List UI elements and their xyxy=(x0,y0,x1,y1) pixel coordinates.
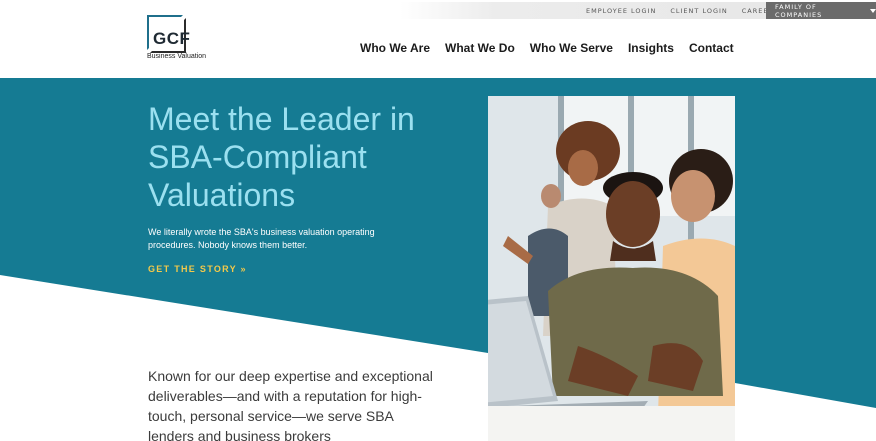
main-nav: Who We Are What We Do Who We Serve Insig… xyxy=(360,41,734,55)
team-laptop-illustration xyxy=(488,96,735,441)
hero-title: Meet the Leader in SBA-Compliant Valuati… xyxy=(148,101,415,213)
logo[interactable]: GCF Business Valuation xyxy=(146,14,216,64)
utility-links: EMPLOYEE LOGIN CLIENT LOGIN CAREERS xyxy=(586,2,779,19)
nav-contact[interactable]: Contact xyxy=(689,41,734,55)
logo-subtitle: Business Valuation xyxy=(147,53,207,60)
nav-who-we-are[interactable]: Who We Are xyxy=(360,41,430,55)
intro-text: Known for our deep expertise and excepti… xyxy=(148,368,433,441)
hero-subtitle: We literally wrote the SBA's business va… xyxy=(148,227,375,250)
hero-photo xyxy=(488,96,735,441)
family-of-companies-button[interactable]: FAMILY OF COMPANIES xyxy=(766,2,876,19)
get-the-story-link[interactable]: GET THE STORY » xyxy=(148,264,247,274)
caret-down-icon xyxy=(870,8,876,13)
employee-login-link[interactable]: EMPLOYEE LOGIN xyxy=(586,7,656,15)
logo-mark: GCF xyxy=(153,29,191,48)
client-login-link[interactable]: CLIENT LOGIN xyxy=(670,7,727,15)
nav-what-we-do[interactable]: What We Do xyxy=(445,41,515,55)
nav-insights[interactable]: Insights xyxy=(628,41,674,55)
family-of-companies-label: FAMILY OF COMPANIES xyxy=(775,2,823,19)
nav-who-we-serve[interactable]: Who We Serve xyxy=(530,41,613,55)
